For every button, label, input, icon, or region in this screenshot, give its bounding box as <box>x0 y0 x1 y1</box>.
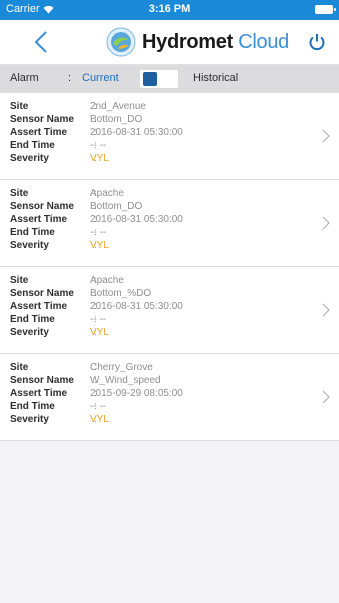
severity-label: Severity <box>10 153 49 164</box>
logout-button[interactable] <box>305 30 329 54</box>
end-time-value: -- -- <box>90 401 107 412</box>
battery-icon <box>315 5 336 14</box>
severity-label: Severity <box>10 327 49 338</box>
severity-value: VYL <box>90 327 109 338</box>
end-time-label: End Time <box>10 401 55 412</box>
current-historical-toggle[interactable] <box>140 70 178 88</box>
assert-time-value: 2016-08-31 05:30:00 <box>90 214 183 225</box>
alarm-row[interactable]: Site : Apache Sensor Name : Bottom_DO As… <box>0 180 339 267</box>
assert-time-value: 2016-08-31 05:30:00 <box>90 127 183 138</box>
chevron-left-icon <box>34 31 47 53</box>
nav-bar: Hydromet Cloud <box>0 20 339 65</box>
chevron-right-icon <box>322 216 330 230</box>
sensor-name-value: Bottom_DO <box>90 201 143 212</box>
assert-time-value: 2016-08-31 05:30:00 <box>90 301 183 312</box>
app-logo: Hydromet Cloud <box>106 26 289 58</box>
sensor-name-label: Sensor Name <box>10 288 74 299</box>
chevron-right-icon <box>322 129 330 143</box>
site-value: Apache <box>90 188 124 199</box>
site-label: Site <box>10 188 29 199</box>
severity-label: Severity <box>10 414 49 425</box>
assert-time-label: Assert Time <box>10 214 68 225</box>
sensor-name-value: Bottom_%DO <box>90 288 152 299</box>
site-label: Site <box>10 101 29 112</box>
back-button[interactable] <box>26 28 56 56</box>
severity-value: VYL <box>90 153 109 164</box>
alarm-row[interactable]: Site : Cherry_Grove Sensor Name : W_Wind… <box>0 354 339 441</box>
sensor-name-value: W_Wind_speed <box>90 375 161 386</box>
app-title: Hydromet Cloud <box>142 31 289 54</box>
end-time-label: End Time <box>10 314 55 325</box>
alarm-separator: : <box>68 72 72 84</box>
end-time-value: -- -- <box>90 140 107 151</box>
severity-value: VYL <box>90 414 109 425</box>
chevron-right-icon <box>322 390 330 404</box>
end-time-label: End Time <box>10 140 55 151</box>
assert-time-label: Assert Time <box>10 388 68 399</box>
alarm-filter-bar: Alarm : Current Historical <box>0 65 339 93</box>
sensor-name-label: Sensor Name <box>10 375 74 386</box>
site-label: Site <box>10 362 29 373</box>
end-time-label: End Time <box>10 227 55 238</box>
power-icon <box>309 34 325 51</box>
severity-label: Severity <box>10 240 49 251</box>
alarm-list: Site : 2nd_Avenue Sensor Name : Bottom_D… <box>0 93 339 603</box>
historical-option[interactable]: Historical <box>193 72 238 84</box>
site-value: Apache <box>90 275 124 286</box>
assert-time-label: Assert Time <box>10 127 68 138</box>
assert-time-label: Assert Time <box>10 301 68 312</box>
status-time: 3:16 PM <box>148 3 191 15</box>
severity-value: VYL <box>90 240 109 251</box>
site-label: Site <box>10 275 29 286</box>
toggle-knob <box>143 72 157 86</box>
hydromet-logo-icon <box>106 27 136 57</box>
chevron-right-icon <box>322 303 330 317</box>
status-bar: Carrier 3:16 PM <box>0 0 339 20</box>
sensor-name-label: Sensor Name <box>10 114 74 125</box>
site-value: Cherry_Grove <box>90 362 153 373</box>
logo-text-sub: Cloud <box>238 30 289 53</box>
alarm-label: Alarm <box>10 72 39 84</box>
end-time-value: -- -- <box>90 227 107 238</box>
site-value: 2nd_Avenue <box>90 101 146 112</box>
end-time-value: -- -- <box>90 314 107 325</box>
sensor-name-value: Bottom_DO <box>90 114 143 125</box>
logo-text-main: Hydromet <box>142 30 233 53</box>
alarm-row[interactable]: Site : 2nd_Avenue Sensor Name : Bottom_D… <box>0 93 339 180</box>
alarm-row[interactable]: Site : Apache Sensor Name : Bottom_%DO A… <box>0 267 339 354</box>
current-option[interactable]: Current <box>82 72 119 84</box>
sensor-name-label: Sensor Name <box>10 201 74 212</box>
assert-time-value: 2015-09-29 08:05:00 <box>90 388 183 399</box>
